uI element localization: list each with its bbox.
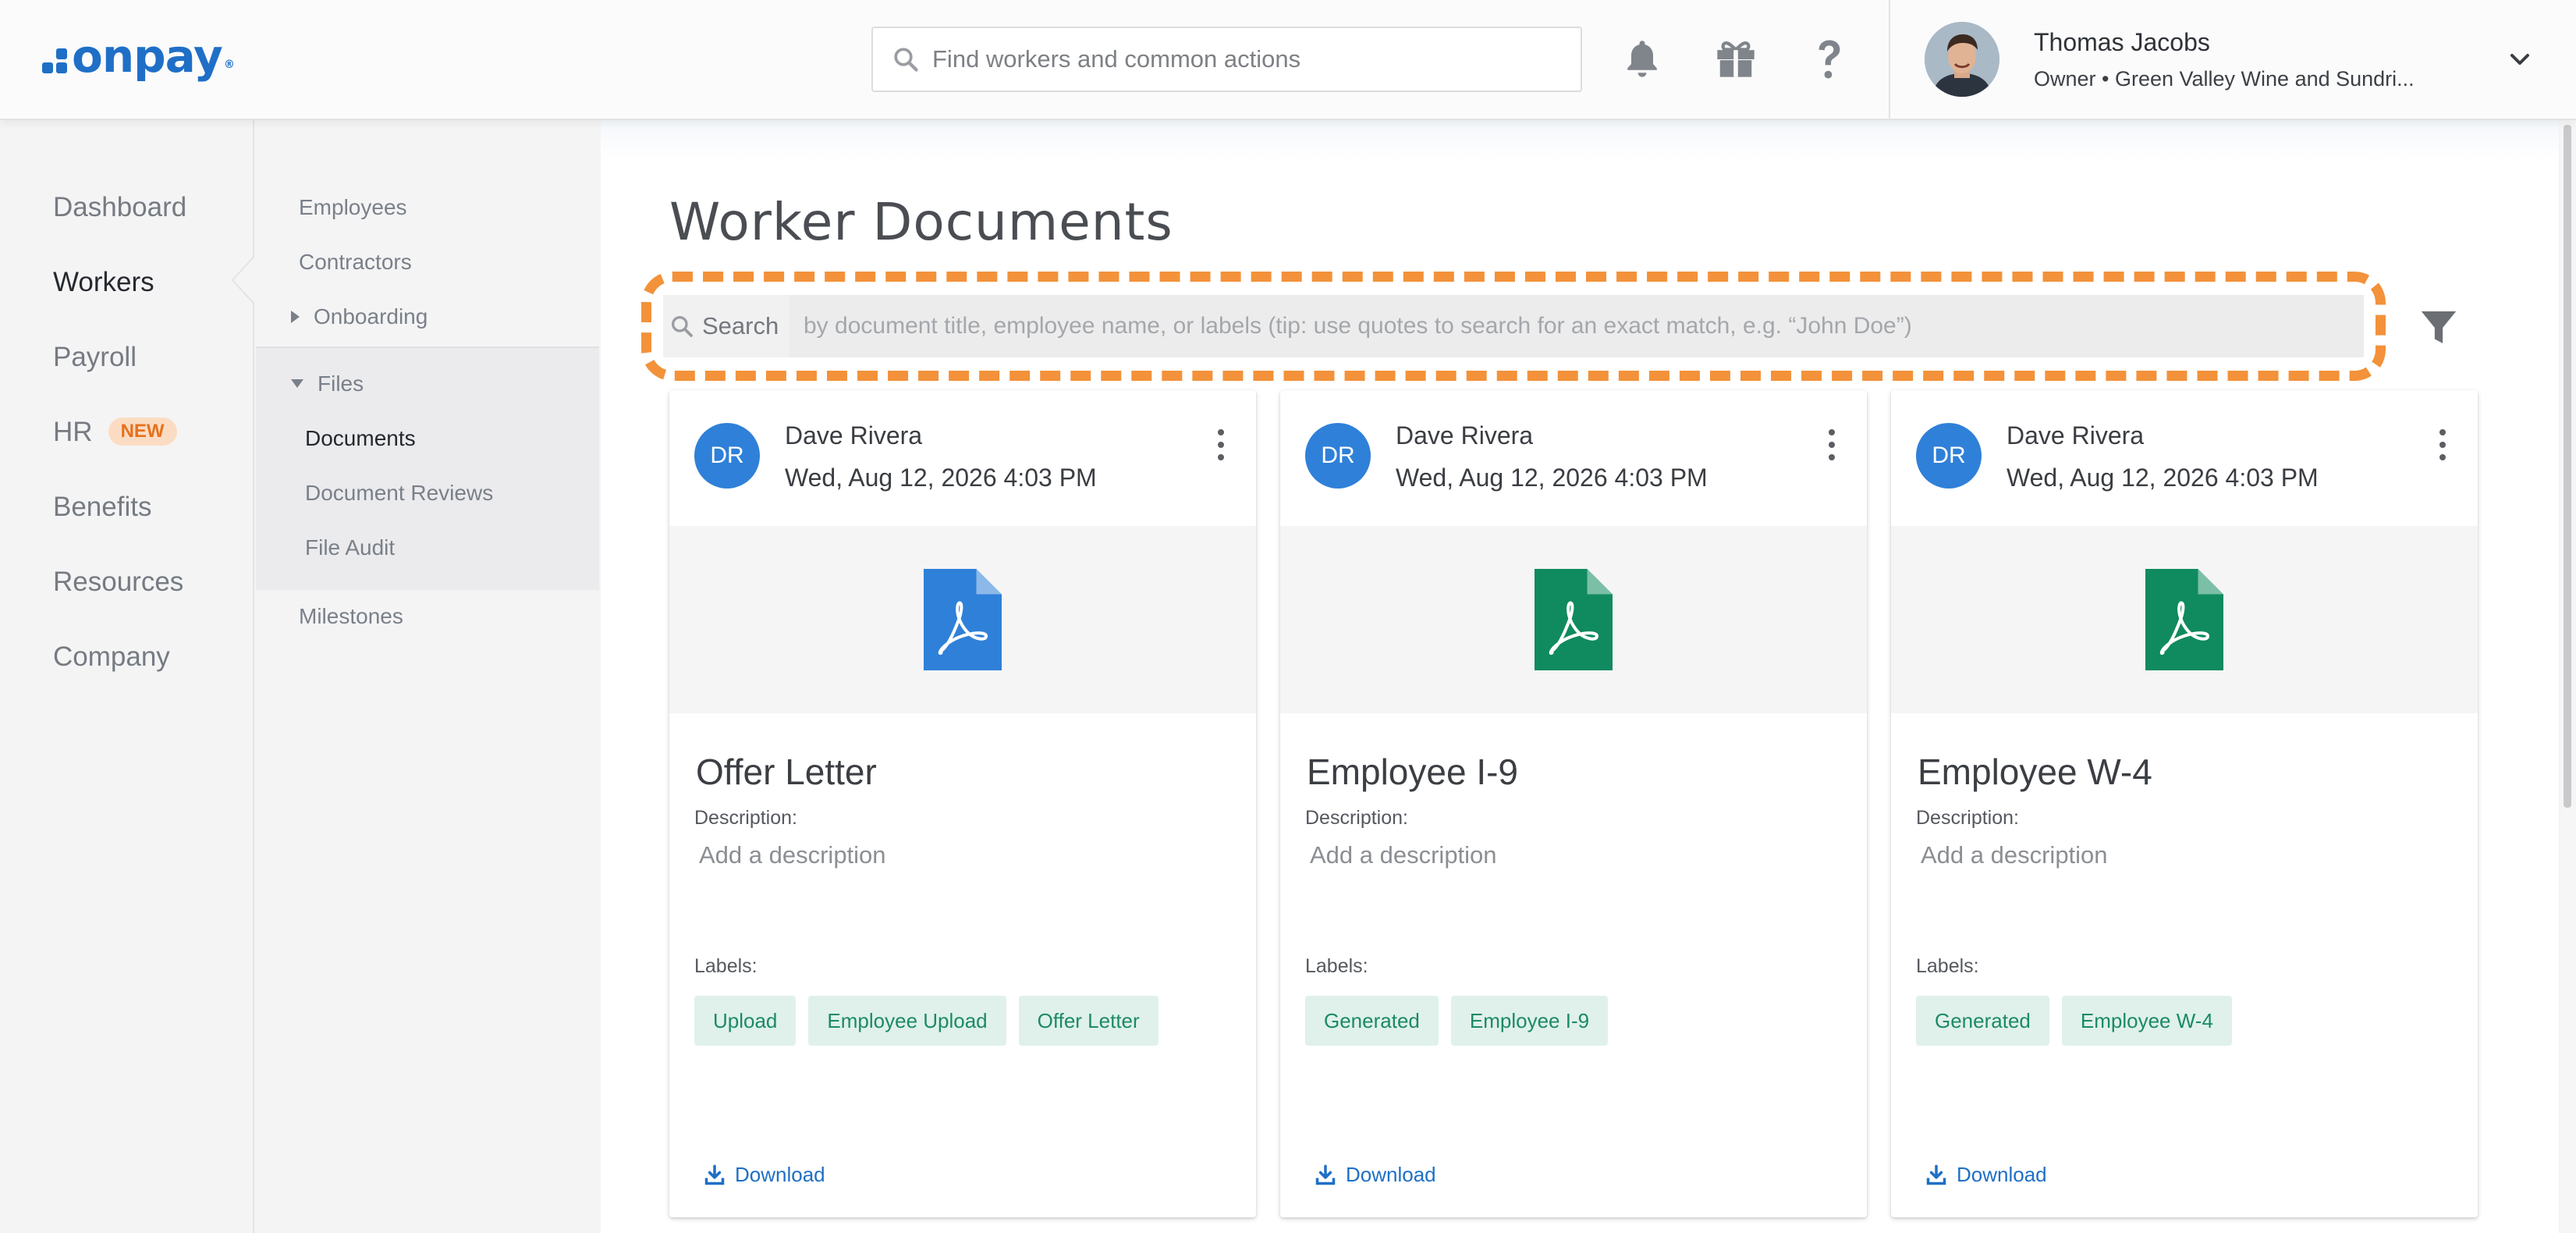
document-preview[interactable]	[669, 526, 1256, 713]
label-chip[interactable]: Upload	[694, 996, 797, 1046]
subnav-employees[interactable]: Employees	[299, 195, 407, 220]
description-label: Description:	[1916, 807, 2019, 829]
document-author: Dave Rivera	[785, 421, 923, 449]
subnav-files-label: Files	[318, 371, 364, 396]
label-chip[interactable]: Employee Upload	[808, 996, 1006, 1046]
description-input[interactable]: Add a description	[1310, 841, 1497, 869]
label-chip[interactable]: Generated	[1305, 996, 1439, 1046]
user-avatar[interactable]	[1925, 22, 1999, 97]
download-label: Download	[1346, 1163, 1436, 1186]
label-chip[interactable]: Employee W-4	[2061, 996, 2232, 1046]
nav-item-resources[interactable]: Resources	[53, 567, 183, 598]
document-preview[interactable]	[1280, 526, 1867, 713]
page-title: Worker Documents	[669, 192, 1173, 252]
active-nav-pointer	[231, 253, 257, 307]
download-icon	[1926, 1164, 1946, 1185]
document-card[interactable]: DR Dave Rivera Wed, Aug 12, 2026 4:03 PM…	[1280, 390, 1867, 1217]
gift-icon[interactable]	[1712, 36, 1759, 83]
nav-item-benefits[interactable]: Benefits	[53, 492, 151, 523]
download-link[interactable]: Download	[1315, 1163, 1436, 1187]
description-input[interactable]: Add a description	[1921, 841, 2108, 869]
caret-right-icon	[291, 310, 300, 323]
onpay-logo[interactable]: onpay ®	[42, 30, 235, 83]
subnav-onboarding-label: Onboarding	[314, 304, 428, 329]
document-preview[interactable]	[1891, 526, 2478, 713]
nav-item-hr[interactable]: HR NEW	[53, 417, 177, 448]
download-icon	[1315, 1164, 1336, 1185]
filter-icon[interactable]	[2417, 306, 2461, 350]
document-card[interactable]: DR Dave Rivera Wed, Aug 12, 2026 4:03 PM…	[669, 390, 1256, 1217]
label-chip[interactable]: Offer Letter	[1018, 996, 1158, 1046]
pdf-file-icon	[924, 569, 1002, 670]
logo-registered-mark: ®	[223, 59, 235, 71]
download-link[interactable]: Download	[704, 1163, 825, 1187]
subnav-documents[interactable]: Documents	[305, 426, 416, 451]
document-author: Dave Rivera	[1396, 421, 1534, 449]
help-icon[interactable]	[1806, 36, 1853, 83]
nav-item-company[interactable]: Company	[53, 641, 170, 673]
description-label: Description:	[1305, 807, 1408, 829]
pdf-file-icon	[1535, 569, 1613, 670]
author-avatar: DR	[694, 423, 760, 489]
primary-sidebar: Dashboard Workers Payroll HR NEW Benefits…	[0, 120, 254, 1233]
search-highlight-outline	[641, 272, 2386, 381]
document-title: Offer Letter	[696, 752, 877, 792]
scrollbar-thumb[interactable]	[2564, 125, 2571, 808]
download-label: Download	[1957, 1163, 2047, 1186]
subnav-files[interactable]: Files	[291, 371, 364, 396]
user-role: Owner • Green Valley Wine and Sundri...	[2034, 67, 2415, 91]
secondary-sidebar: Employees Contractors Onboarding Files D…	[256, 120, 599, 1233]
description-label: Description:	[694, 807, 797, 829]
label-chip[interactable]: Employee I-9	[1450, 996, 1609, 1046]
new-badge: NEW	[108, 417, 177, 446]
document-card[interactable]: DR Dave Rivera Wed, Aug 12, 2026 4:03 PM…	[1891, 390, 2478, 1217]
author-avatar: DR	[1305, 423, 1371, 489]
more-options-icon[interactable]	[1215, 429, 1226, 460]
document-date: Wed, Aug 12, 2026 4:03 PM	[785, 464, 1097, 492]
search-icon	[894, 48, 918, 72]
label-chip[interactable]: Generated	[1916, 996, 2049, 1046]
subnav-file-audit[interactable]: File Audit	[305, 535, 395, 560]
download-icon	[704, 1164, 725, 1185]
more-options-icon[interactable]	[1826, 429, 1837, 460]
global-search-input[interactable]: Find workers and common actions	[871, 27, 1582, 92]
pdf-file-icon	[2145, 569, 2223, 670]
nav-item-dashboard[interactable]: Dashboard	[53, 192, 186, 223]
label-chips: Upload Employee Upload Offer Letter	[694, 996, 1158, 1046]
labels-label: Labels:	[1305, 955, 1368, 977]
caret-down-icon	[291, 379, 303, 389]
topbar-divider	[1889, 0, 1890, 120]
author-avatar: DR	[1916, 423, 1982, 489]
document-date: Wed, Aug 12, 2026 4:03 PM	[2007, 464, 2319, 492]
global-search-placeholder: Find workers and common actions	[932, 45, 1301, 73]
labels-label: Labels:	[694, 955, 758, 977]
user-name: Thomas Jacobs	[2034, 28, 2210, 56]
chevron-down-icon[interactable]	[2504, 44, 2535, 75]
bell-icon[interactable]	[1619, 36, 1666, 83]
document-title: Employee I-9	[1307, 752, 1519, 792]
document-author: Dave Rivera	[2007, 421, 2145, 449]
document-title: Employee W-4	[1918, 752, 2152, 792]
download-link[interactable]: Download	[1925, 1163, 2047, 1187]
subnav-contractors[interactable]: Contractors	[299, 250, 412, 275]
subnav-onboarding[interactable]: Onboarding	[291, 304, 428, 329]
label-chips: Generated Employee W-4	[1916, 996, 2232, 1046]
logo-text: onpay	[72, 30, 223, 83]
top-bar: onpay ® Find workers and common actions …	[0, 0, 2576, 120]
logo-mark-icon	[42, 48, 67, 73]
nav-item-hr-label: HR	[53, 417, 93, 447]
subnav-milestones[interactable]: Milestones	[299, 604, 403, 629]
labels-label: Labels:	[1916, 955, 1979, 977]
label-chips: Generated Employee I-9	[1305, 996, 1609, 1046]
nav-item-workers[interactable]: Workers	[53, 267, 154, 298]
nav-item-payroll[interactable]: Payroll	[53, 342, 137, 373]
subnav-document-reviews[interactable]: Document Reviews	[305, 481, 493, 506]
more-options-icon[interactable]	[2437, 429, 2448, 460]
main-top-fade	[601, 120, 2559, 159]
download-label: Download	[735, 1163, 825, 1186]
document-date: Wed, Aug 12, 2026 4:03 PM	[1396, 464, 1708, 492]
description-input[interactable]: Add a description	[699, 841, 886, 869]
